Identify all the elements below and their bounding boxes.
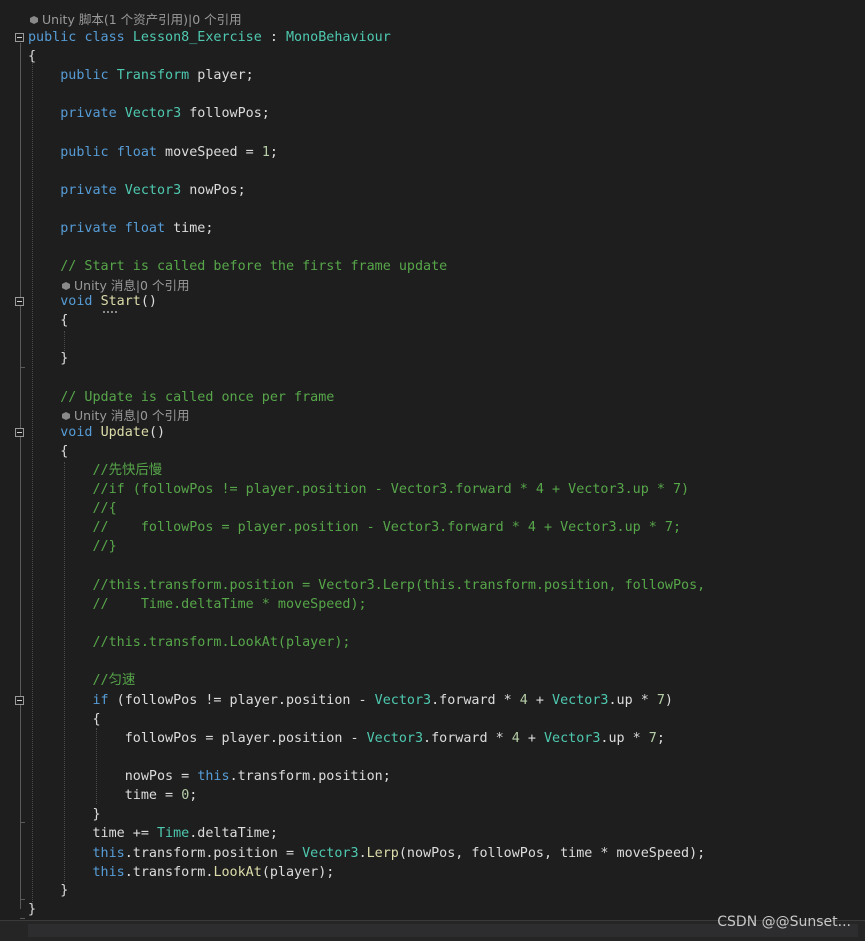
comment-line-6: //this.transform.position = Vector3.Lerp… [92, 578, 706, 593]
update-fold-end [20, 899, 25, 900]
start-fold-end [20, 367, 25, 368]
start-open-brace: { [60, 313, 69, 328]
comment-line-7: // Time.deltaTime * moveSpeed); [92, 597, 367, 612]
comment-line-8: //this.transform.LookAt(player); [92, 635, 351, 650]
start-comment-line: // Start is called before the first fram… [60, 259, 448, 274]
player-field-line: public Transform player; [60, 68, 254, 83]
unity-cube-icon [62, 282, 70, 290]
gutter [0, 0, 28, 941]
comment-line-9: //匀速 [92, 673, 136, 688]
lerp-line: this.transform.position = Vector3.Lerp(n… [92, 846, 706, 861]
comment-line-3: //{ [92, 501, 117, 516]
time-field-line: private float time; [60, 221, 214, 236]
if-line: if (followPos != player.position - Vecto… [92, 693, 673, 708]
update-close-brace: } [60, 883, 69, 898]
unity-cube-icon [62, 412, 70, 420]
movespeed-field-line: public float moveSpeed = 1; [60, 145, 278, 160]
followpos-field-line: private Vector3 followPos; [60, 106, 270, 121]
update-open-brace: { [60, 444, 69, 459]
collapse-update-icon[interactable] [15, 428, 24, 437]
code-lens-class[interactable]: Unity 脚本(1 个资产引用)|0 个引用 [30, 11, 242, 28]
comment-line-4: // followPos = player.position - Vector3… [92, 520, 682, 535]
watermark: CSDN @@Sunset... [717, 914, 851, 930]
comment-line-2: //if (followPos != player.position - Vec… [92, 482, 690, 497]
unity-cube-icon [30, 16, 38, 24]
update-declaration-line: void Update() [60, 425, 166, 440]
comment-line-1: //先快后慢 [92, 463, 163, 478]
time-increment-line: time += Time.deltaTime; [92, 826, 278, 841]
class-open-brace: { [28, 49, 37, 64]
nowpos-field-line: private Vector3 nowPos; [60, 183, 246, 198]
comment-line-5: //} [92, 539, 117, 554]
class-fold-end [20, 918, 25, 919]
class-fold-rail [20, 43, 21, 909]
assign-followpos-line: followPos = player.position - Vector3.fo… [124, 731, 665, 746]
suggestion-dots[interactable] [103, 309, 117, 313]
update-comment-line: // Update is called once per frame [60, 390, 335, 405]
assign-time-zero-line: time = 0; [124, 788, 198, 803]
start-close-brace: } [60, 351, 69, 366]
collapse-if-icon[interactable] [15, 696, 24, 705]
code-lens-update[interactable]: Unity 消息|0 个引用 [62, 407, 189, 424]
collapse-class-icon[interactable] [15, 33, 24, 42]
code-editor[interactable]: Unity 脚本(1 个资产引用)|0 个引用 public class Les… [0, 0, 865, 941]
if-open-brace: { [92, 712, 101, 727]
assign-nowpos-line: nowPos = this.transform.position; [124, 769, 391, 784]
start-declaration-line: void Start() [60, 294, 157, 309]
if-close-brace: } [92, 807, 101, 822]
class-declaration-line: public class Lesson8_Exercise : MonoBeha… [28, 30, 391, 45]
collapse-start-icon[interactable] [15, 297, 24, 306]
class-close-brace: } [28, 902, 37, 917]
if-fold-end [20, 822, 25, 823]
lookat-line: this.transform.LookAt(player); [92, 865, 335, 880]
